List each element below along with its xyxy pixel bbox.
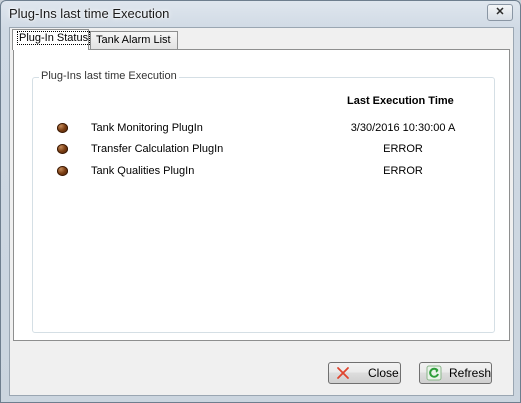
plugin-last-execution-time: 3/30/2016 10:30:00 A — [350, 122, 456, 134]
tab-label: Tank Alarm List — [96, 34, 171, 46]
dialog-window: Plug-Ins last time Execution ✕ Plug-In S… — [0, 0, 521, 403]
refresh-button-label: Refresh — [449, 366, 492, 380]
plugin-last-execution-time: ERROR — [383, 165, 423, 177]
plugin-name: Tank Qualities PlugIn — [91, 165, 195, 177]
plugin-row: Tank Monitoring PlugIn 3/30/2016 10:30:0… — [33, 119, 494, 139]
dialog-client-area: Plug-In Status Tank Alarm List Plug-Ins … — [9, 27, 514, 396]
tab-plugin-status[interactable]: Plug-In Status — [12, 29, 91, 50]
column-header-last-execution-time: Last Execution Time — [347, 95, 454, 107]
plugin-name: Transfer Calculation PlugIn — [91, 143, 224, 155]
plugin-row: Tank Qualities PlugIn ERROR — [33, 162, 494, 182]
window-close-button[interactable]: ✕ — [487, 4, 513, 21]
plugins-group-box: Plug-Ins last time Execution Last Execut… — [32, 70, 495, 333]
close-icon: ✕ — [495, 6, 505, 18]
close-x-icon — [337, 367, 349, 379]
group-box-title: Plug-Ins last time Execution — [39, 70, 179, 82]
title-bar[interactable]: Plug-Ins last time Execution ✕ — [1, 1, 520, 27]
tab-panel: Plug-Ins last time Execution Last Execut… — [13, 49, 510, 341]
status-led-icon — [57, 166, 68, 176]
plugin-row: Transfer Calculation PlugIn ERROR — [33, 140, 494, 160]
close-button-label: Close — [368, 366, 399, 380]
plugin-last-execution-time: ERROR — [383, 143, 423, 155]
tab-tank-alarm-list[interactable]: Tank Alarm List — [90, 31, 178, 49]
refresh-icon — [426, 365, 442, 381]
status-led-icon — [57, 144, 68, 154]
tab-label: Plug-In Status — [16, 31, 91, 45]
close-button[interactable]: Close — [328, 362, 401, 384]
plugin-name: Tank Monitoring PlugIn — [91, 122, 203, 134]
refresh-button[interactable]: Refresh — [419, 362, 492, 384]
status-led-icon — [57, 123, 68, 133]
window-title: Plug-Ins last time Execution — [9, 6, 170, 21]
